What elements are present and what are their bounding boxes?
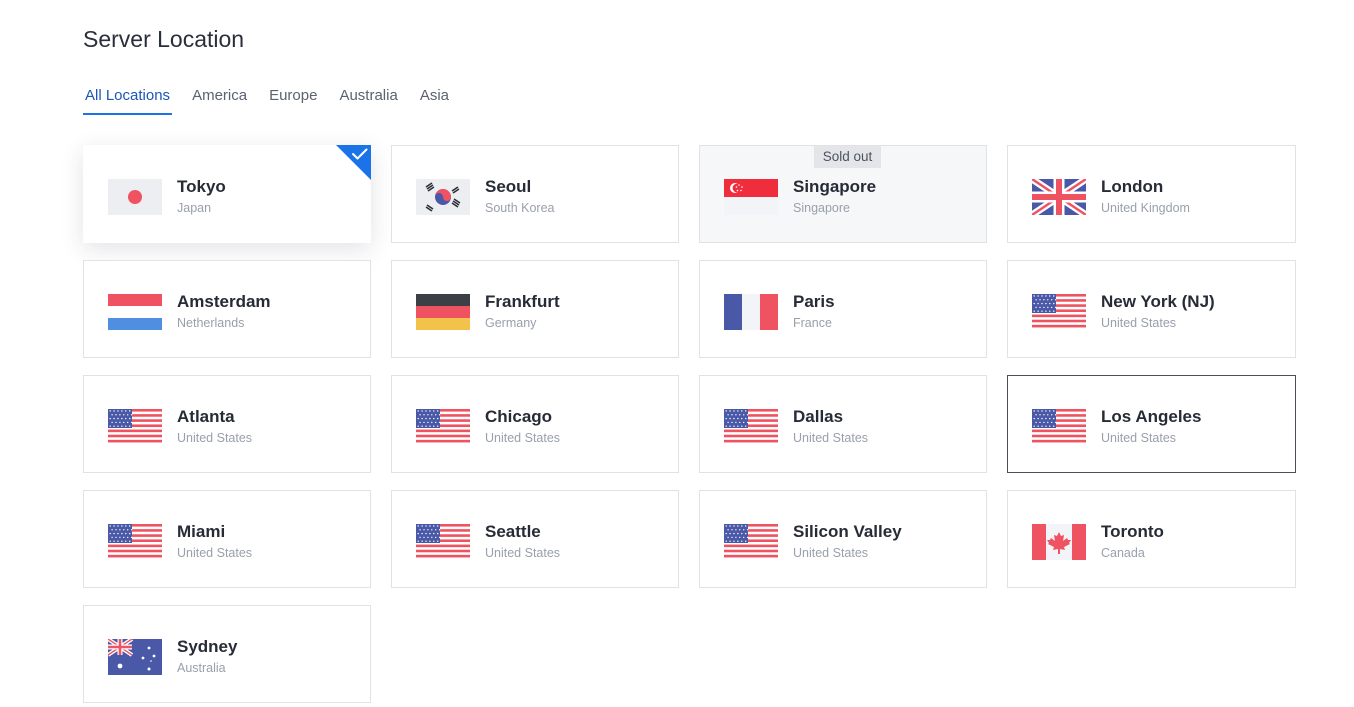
netherlands-flag-icon	[108, 294, 162, 330]
tab-america[interactable]: America	[190, 84, 249, 115]
location-card-atlanta[interactable]: Atlanta United States	[83, 375, 371, 473]
location-country: United States	[793, 431, 869, 445]
location-card-frankfurt[interactable]: Frankfurt Germany	[391, 260, 679, 358]
location-city: Silicon Valley	[793, 522, 902, 541]
location-card-paris[interactable]: Paris France	[699, 260, 987, 358]
tab-europe[interactable]: Europe	[267, 84, 319, 115]
location-city: Tokyo	[177, 177, 226, 196]
us-flag-icon	[1032, 294, 1086, 330]
location-card-amsterdam[interactable]: Amsterdam Netherlands	[83, 260, 371, 358]
us-flag-icon	[1032, 409, 1086, 445]
australia-flag-icon	[108, 639, 162, 675]
location-city: Los Angeles	[1101, 407, 1202, 426]
location-country: United States	[485, 431, 561, 445]
location-city: Dallas	[793, 407, 844, 426]
us-flag-icon	[416, 409, 470, 445]
location-card-chicago[interactable]: Chicago United States	[391, 375, 679, 473]
location-card-toronto[interactable]: Toronto Canada	[1007, 490, 1296, 588]
location-grid: Tokyo Japan Seoul South Korea Singapore Sin…	[83, 145, 1296, 703]
location-country: United States	[1101, 431, 1177, 445]
france-flag-icon	[724, 294, 778, 330]
location-card-miami[interactable]: Miami United States	[83, 490, 371, 588]
location-country: Singapore	[793, 201, 850, 215]
location-country: United Kingdom	[1101, 201, 1190, 215]
canada-flag-icon	[1032, 524, 1086, 560]
location-city: Singapore	[793, 177, 877, 196]
location-city: Toronto	[1101, 522, 1164, 541]
location-country: United States	[177, 546, 253, 560]
location-city: London	[1101, 177, 1164, 196]
location-card-singapore[interactable]: Singapore Singapore Sold out	[699, 145, 987, 243]
location-country: Canada	[1101, 546, 1145, 560]
location-city: Paris	[793, 292, 835, 311]
location-city: Frankfurt	[485, 292, 560, 311]
location-city: New York (NJ)	[1101, 292, 1215, 311]
location-card-seattle[interactable]: Seattle United States	[391, 490, 679, 588]
location-city: Amsterdam	[177, 292, 271, 311]
location-city: Chicago	[485, 407, 553, 426]
location-country: Germany	[485, 316, 537, 330]
uk-flag-icon	[1032, 179, 1086, 215]
location-country: United States	[177, 431, 253, 445]
location-country: Netherlands	[177, 316, 245, 330]
location-city: Miami	[177, 522, 226, 541]
sold-out-badge: Sold out	[814, 146, 881, 168]
location-country: Japan	[177, 201, 212, 215]
location-country: South Korea	[485, 201, 555, 215]
location-tabs: All Locations America Europe Australia A…	[83, 84, 469, 115]
location-card-london[interactable]: London United Kingdom	[1007, 145, 1296, 243]
location-card-seoul[interactable]: Seoul South Korea	[391, 145, 679, 243]
tab-all-locations[interactable]: All Locations	[83, 84, 173, 115]
selected-checkmark-icon	[336, 145, 371, 180]
location-card-silicon-valley[interactable]: Silicon Valley United States	[699, 490, 987, 588]
south-korea-flag-icon	[416, 179, 470, 215]
us-flag-icon	[724, 409, 778, 445]
us-flag-icon	[724, 524, 778, 560]
location-country: Australia	[177, 661, 226, 675]
location-country: France	[793, 316, 832, 330]
us-flag-icon	[416, 524, 470, 560]
location-city: Seattle	[485, 522, 541, 541]
japan-flag-icon	[108, 179, 162, 215]
location-city: Seoul	[485, 177, 532, 196]
page-title: Server Location	[83, 26, 245, 52]
location-card-los-angeles[interactable]: Los Angeles United States	[1007, 375, 1296, 473]
us-flag-icon	[108, 409, 162, 445]
location-city: Sydney	[177, 637, 238, 656]
germany-flag-icon	[416, 294, 470, 330]
singapore-flag-icon	[724, 179, 778, 215]
location-country: United States	[1101, 316, 1177, 330]
location-card-sydney[interactable]: Sydney Australia	[83, 605, 371, 703]
location-country: United States	[485, 546, 561, 560]
location-card-dallas[interactable]: Dallas United States	[699, 375, 987, 473]
tab-asia[interactable]: Asia	[418, 84, 451, 115]
location-city: Atlanta	[177, 407, 235, 426]
location-card-new-york-nj[interactable]: New York (NJ) United States	[1007, 260, 1296, 358]
location-country: United States	[793, 546, 869, 560]
tab-australia[interactable]: Australia	[337, 84, 399, 115]
location-card-tokyo[interactable]: Tokyo Japan	[83, 145, 371, 243]
us-flag-icon	[108, 524, 162, 560]
